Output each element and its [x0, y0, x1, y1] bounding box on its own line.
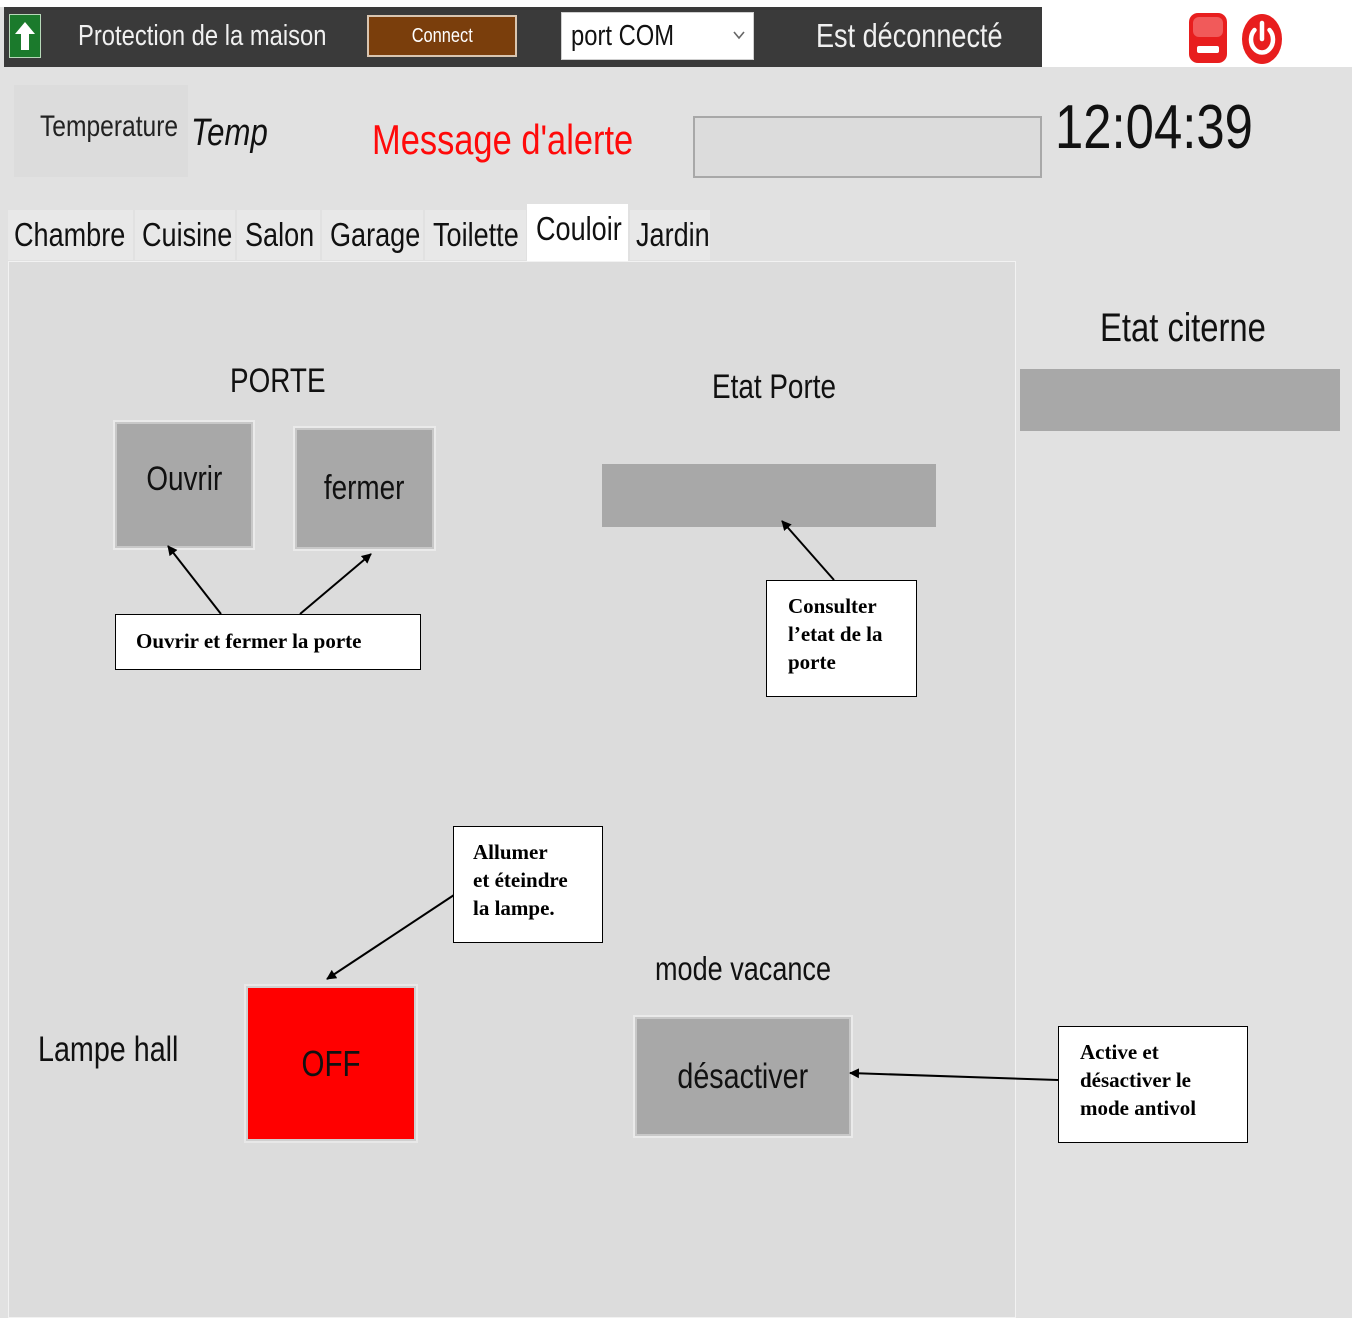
- callout-line: Consulter: [788, 594, 877, 618]
- lamp-hall-toggle-label: OFF: [301, 1042, 361, 1084]
- alert-message-label: Message d'alerte: [372, 116, 691, 164]
- lamp-hall-label: Lampe hall: [38, 1030, 209, 1070]
- alert-message-label-text: Message d'alerte: [372, 116, 634, 163]
- callout-line: l’etat de la: [788, 622, 883, 646]
- tab-salon[interactable]: Salon: [237, 210, 320, 260]
- callout-line: mode antivol: [1080, 1096, 1197, 1120]
- close-door-label: fermer: [324, 469, 405, 507]
- connect-button[interactable]: Connect: [367, 15, 517, 57]
- vacation-mode-heading-text: mode vacance: [655, 950, 832, 987]
- callout-lamp: Allumer et éteindre la lampe.: [453, 826, 603, 943]
- app-title-text: Protection de la maison: [78, 20, 327, 52]
- porte-heading-text: PORTE: [230, 362, 326, 400]
- tab-label: Cuisine: [142, 216, 233, 253]
- close-door-button[interactable]: fermer: [295, 428, 434, 549]
- clock-text: 12:04:39: [1055, 93, 1253, 162]
- tab-label: Salon: [245, 216, 315, 253]
- tank-state-field: [1020, 369, 1340, 431]
- tab-couloir[interactable]: Couloir: [527, 204, 628, 262]
- temperature-value: Temp: [191, 112, 285, 155]
- power-icon[interactable]: [1240, 12, 1284, 66]
- door-state-field: [602, 464, 936, 527]
- callout-line: Allumer: [473, 840, 548, 864]
- vacation-mode-button[interactable]: désactiver: [635, 1017, 851, 1136]
- tab-cuisine[interactable]: Cuisine: [135, 210, 235, 260]
- callout-line: Active et: [1080, 1040, 1159, 1064]
- tab-label: Jardin: [636, 216, 710, 253]
- door-state-heading-text: Etat Porte: [712, 368, 836, 406]
- couloir-tab-panel: [8, 261, 1016, 1318]
- tab-chambre[interactable]: Chambre: [8, 210, 133, 260]
- connection-status: Est déconnecté: [816, 14, 1044, 58]
- temperature-label-text: Temperature: [40, 110, 179, 143]
- tab-garage[interactable]: Garage: [322, 210, 423, 260]
- tab-toilette[interactable]: Toilette: [425, 210, 526, 260]
- temperature-label: Temperature: [40, 110, 208, 144]
- home-button[interactable]: [9, 14, 41, 58]
- callout-door-state: Consulter l’etat de la porte: [766, 580, 917, 697]
- alert-message-field: [693, 116, 1042, 178]
- lamp-hall-toggle-button[interactable]: OFF: [246, 986, 416, 1141]
- tank-state-heading-text: Etat citerne: [1100, 306, 1266, 350]
- open-door-label: Ouvrir: [146, 459, 222, 498]
- vacation-mode-heading: mode vacance: [655, 950, 870, 988]
- callout-line: désactiver le: [1080, 1068, 1191, 1092]
- stop-icon[interactable]: [1188, 12, 1228, 64]
- vacation-mode-label: désactiver: [677, 1056, 809, 1096]
- callout-door-buttons: Ouvrir et fermer la porte: [115, 614, 421, 670]
- callout-line: porte: [788, 650, 836, 674]
- tank-state-heading: Etat citerne: [1100, 306, 1302, 351]
- tab-label: Couloir: [536, 210, 622, 247]
- door-state-heading: Etat Porte: [712, 368, 863, 407]
- callout-line: et éteindre: [473, 868, 568, 892]
- callout-door-buttons-text: Ouvrir et fermer la porte: [136, 629, 362, 653]
- callout-vacation-mode: Active et désactiver le mode antivol: [1058, 1026, 1248, 1143]
- clock: 12:04:39: [1055, 92, 1296, 163]
- open-door-button[interactable]: Ouvrir: [115, 422, 253, 548]
- temperature-value-text: Temp: [191, 112, 268, 154]
- app-title: Protection de la maison: [78, 14, 381, 58]
- tab-label: Chambre: [14, 216, 126, 253]
- top-strip: [0, 0, 1352, 7]
- lamp-hall-label-text: Lampe hall: [38, 1030, 179, 1069]
- connection-status-text: Est déconnecté: [816, 17, 1003, 54]
- tab-jardin[interactable]: Jardin: [630, 210, 710, 260]
- callout-line: la lampe.: [473, 896, 555, 920]
- tab-label: Toilette: [433, 216, 519, 253]
- tab-label: Garage: [330, 216, 421, 253]
- porte-heading: PORTE: [230, 362, 347, 401]
- home-up-arrow-icon: [15, 22, 35, 50]
- port-com-select[interactable]: port COM: [561, 12, 754, 60]
- chevron-down-icon[interactable]: [733, 27, 745, 45]
- connect-button-label: Connect: [411, 24, 473, 47]
- port-select-text: port COM: [571, 20, 675, 52]
- port-select-value: port COM: [571, 13, 697, 59]
